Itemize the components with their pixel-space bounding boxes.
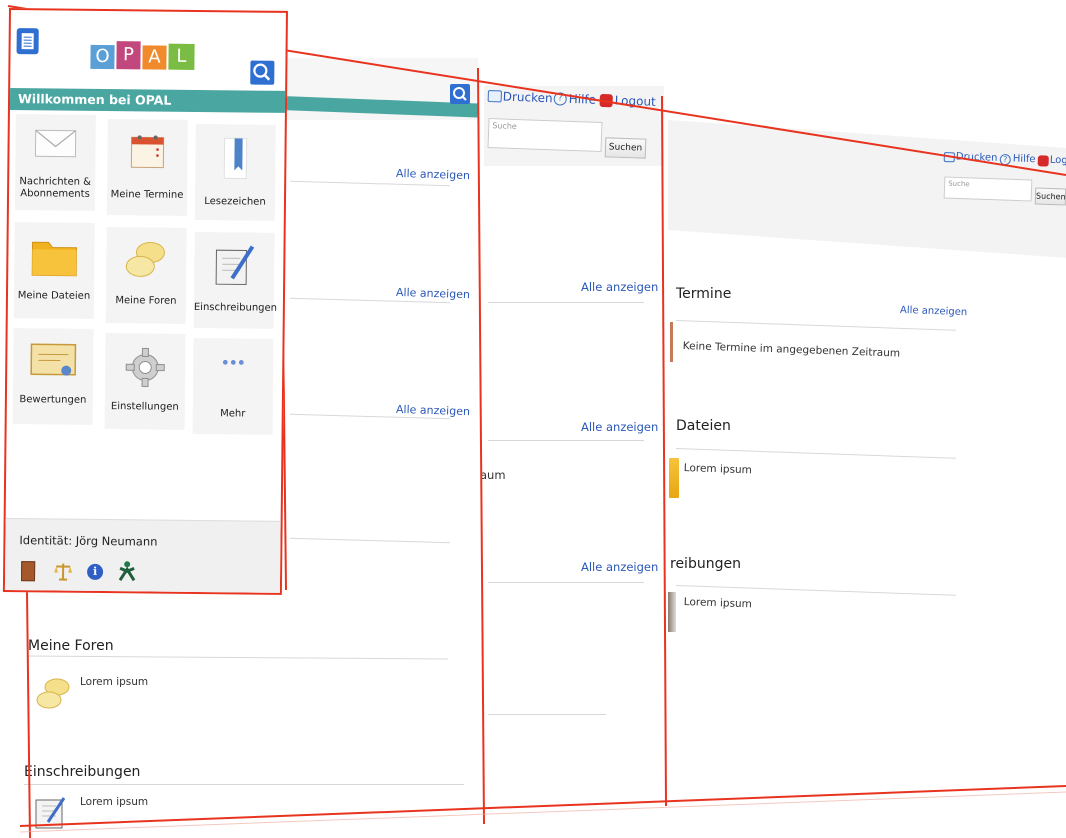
door-exit-icon[interactable] — [20, 561, 36, 582]
envelope-icon — [33, 126, 77, 163]
tile-bewertungen[interactable]: Bewertungen — [12, 328, 94, 425]
gear-icon — [123, 345, 167, 392]
tile-einstellungen[interactable]: Einstellungen — [104, 333, 186, 430]
folder-icon — [29, 234, 79, 282]
opal-menu-panel: O P A L Willkommen bei OPAL Nachrichten … — [2, 8, 288, 595]
tile-label: Meine Termine — [110, 189, 184, 201]
info-icon[interactable]: i — [87, 563, 104, 581]
panel-footer: Identität: Jörg Neumann i — [4, 517, 281, 593]
tile-label: Einschreibungen — [193, 301, 278, 314]
accessibility-icon[interactable] — [117, 560, 137, 582]
tile-label: Lesezeichen — [204, 196, 266, 208]
tile-meine-termine[interactable]: Meine Termine — [106, 119, 188, 216]
opal-mockup-stage: Alle anzeigen Alle anzeigen Alle anzeige… — [0, 0, 1066, 838]
opal-logo: O P A L — [90, 41, 200, 72]
logo-letter-o: O — [90, 44, 115, 70]
document-icon[interactable] — [16, 28, 39, 55]
tile-label: Mehr — [220, 408, 246, 420]
tile-label: Meine Foren — [115, 295, 177, 307]
scales-icon[interactable] — [53, 561, 73, 581]
logo-letter-l: L — [168, 43, 195, 70]
tile-meine-dateien[interactable]: Meine Dateien — [13, 222, 95, 319]
tile-label: Bewertungen — [19, 394, 87, 406]
bookmark-icon — [220, 136, 250, 183]
tile-nachrichten[interactable]: Nachrichten & Abonnements — [14, 114, 96, 211]
logo-letter-a: A — [142, 45, 167, 70]
speech-bubbles-icon — [124, 239, 168, 282]
identity-text: Identität: Jörg Neumann — [19, 533, 158, 549]
tile-lesezeichen[interactable]: Lesezeichen — [194, 123, 276, 221]
tile-label: Meine Dateien — [17, 290, 91, 302]
welcome-header: Willkommen bei OPAL — [9, 88, 286, 113]
tile-mehr[interactable]: Mehr — [192, 337, 274, 435]
more-dots-icon — [221, 358, 245, 369]
notebook-pen-icon — [212, 244, 256, 291]
tile-label: Einstellungen — [110, 401, 179, 413]
tile-einschreibungen[interactable]: Einschreibungen — [193, 231, 278, 329]
search-icon[interactable] — [250, 60, 275, 85]
calendar-icon — [127, 131, 167, 174]
tile-meine-foren[interactable]: Meine Foren — [105, 227, 187, 324]
certificate-icon — [28, 340, 78, 384]
logo-letter-p: P — [116, 41, 141, 70]
tile-label: Nachrichten & Abonnements — [19, 176, 92, 200]
